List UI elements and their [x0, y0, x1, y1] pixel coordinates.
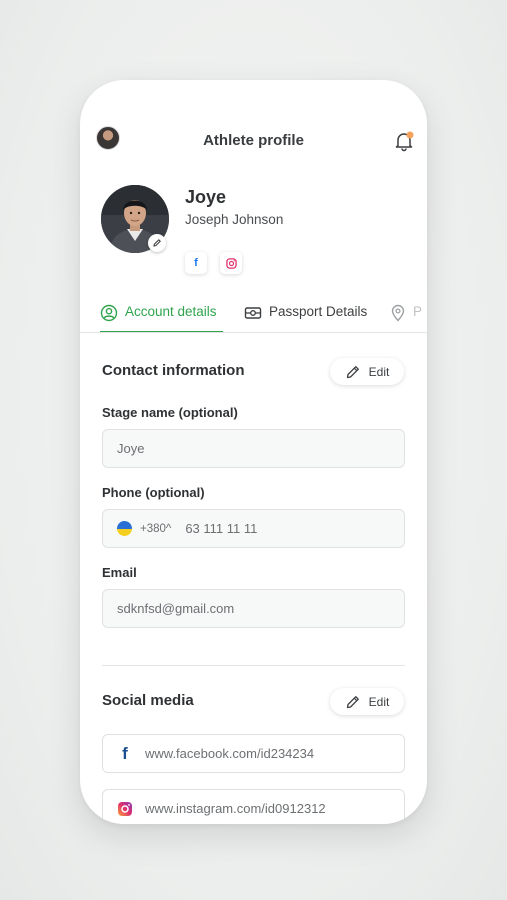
phone-frame: Athlete profile Joye Joseph Johnson f Ac… [80, 80, 427, 824]
stage-name-value: Joye [117, 441, 145, 456]
email-field[interactable]: sdknfsd@gmail.com [102, 589, 405, 628]
pencil-icon [346, 695, 359, 708]
instagram-url-field[interactable]: www.instagram.com/id0912312 [102, 789, 405, 824]
phone-value: 63 111 11 11 [185, 521, 258, 536]
facebook-url-value: www.facebook.com/id234234 [145, 746, 315, 761]
social-section-title: Social media [102, 692, 194, 709]
tab-passport-details[interactable]: Passport Details [244, 304, 367, 332]
phone-label: Phone (optional) [102, 485, 205, 500]
notification-bell-icon[interactable] [393, 130, 415, 152]
edit-social-button[interactable]: Edit [330, 688, 404, 715]
pencil-icon [153, 239, 161, 247]
tab-label: P [413, 304, 423, 319]
edit-photo-button[interactable] [148, 234, 166, 252]
instagram-icon [117, 801, 133, 817]
tab-account-details[interactable]: Account details [100, 304, 217, 332]
edit-label: Edit [368, 364, 390, 379]
tab-label: Passport Details [269, 304, 368, 319]
contact-section-title: Contact information [102, 362, 245, 379]
page-title: Athlete profile [203, 132, 304, 149]
stage-name-field[interactable]: Joye [102, 429, 405, 468]
edit-label: Edit [368, 694, 390, 709]
ukraine-flag-icon[interactable] [117, 521, 132, 536]
instagram-url-value: www.instagram.com/id0912312 [145, 801, 326, 816]
facebook-icon: f [122, 743, 128, 763]
profile-full-name: Joseph Johnson [185, 212, 284, 227]
instagram-icon [225, 257, 237, 269]
stage-name-label: Stage name (optional) [102, 405, 238, 420]
location-pin-icon [391, 304, 405, 322]
instagram-link-button[interactable] [220, 252, 242, 274]
email-label: Email [102, 565, 137, 580]
facebook-icon: f [194, 257, 198, 269]
edit-contact-button[interactable]: Edit [330, 358, 404, 385]
tabs-divider [80, 332, 427, 333]
id-card-icon [244, 307, 262, 319]
profile-name: Joye [185, 187, 227, 207]
country-code-select[interactable]: +380^ [140, 523, 171, 535]
phone-field[interactable]: +380^ 63 111 11 11 [102, 509, 405, 548]
email-value: sdknfsd@gmail.com [117, 601, 235, 616]
section-divider [102, 665, 405, 666]
tab-location[interactable]: P [390, 304, 422, 332]
tab-label: Account details [125, 304, 217, 319]
user-circle-icon [100, 304, 118, 322]
pencil-icon [346, 365, 359, 378]
facebook-link-button[interactable]: f [185, 252, 207, 274]
facebook-url-field[interactable]: f www.facebook.com/id234234 [102, 734, 405, 773]
